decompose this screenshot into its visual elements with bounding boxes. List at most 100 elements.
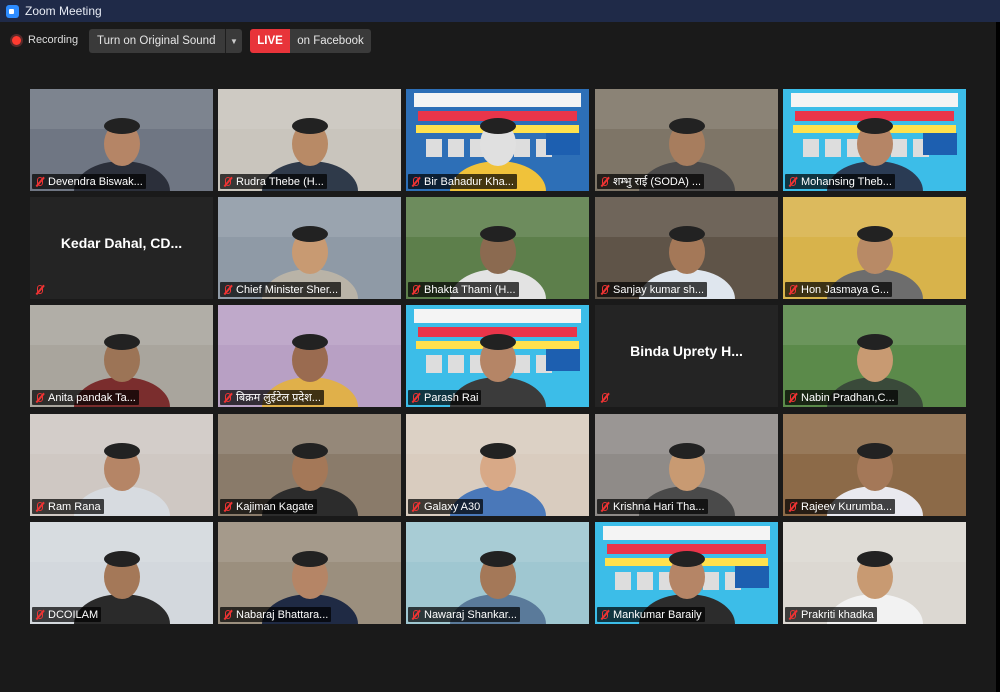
- participant-tile[interactable]: Mankumar Baraily: [595, 522, 778, 624]
- participant-name-tag: Hon Jasmaya G...: [785, 282, 893, 297]
- participant-tile[interactable]: Binda Uprety H...: [595, 305, 778, 407]
- muted-mic-icon: [410, 284, 420, 296]
- participant-tile[interactable]: Mohansing Theb...: [783, 89, 966, 191]
- participant-name-tag: बिक्रम लुईटेल प्रदेश...: [220, 390, 324, 405]
- participant-tile[interactable]: शम्भु राई (SODA) ...: [595, 89, 778, 191]
- muted-mic-icon: [34, 176, 44, 188]
- participant-tile[interactable]: Nabin Pradhan,C...: [783, 305, 966, 407]
- participant-name: Prakriti khadka: [801, 608, 874, 621]
- participant-name-tag: शम्भु राई (SODA) ...: [597, 174, 705, 189]
- meeting-toolbar: Recording Turn on Original Sound ▼ LIVE …: [0, 22, 1000, 62]
- muted-mic-icon: [599, 392, 609, 404]
- participant-display-name: Binda Uprety H...: [630, 343, 743, 359]
- participant-name-tag: Mohansing Theb...: [785, 174, 895, 189]
- participant-tile[interactable]: Kedar Dahal, CD...: [30, 197, 213, 299]
- participant-tile[interactable]: Galaxy A30: [406, 414, 589, 516]
- participant-name-tag: Devendra Biswak...: [32, 174, 146, 189]
- participant-tile[interactable]: Hon Jasmaya G...: [783, 197, 966, 299]
- muted-mic-icon: [222, 609, 232, 621]
- participant-name: DCOILAM: [48, 608, 99, 621]
- participant-name-tag: Krishna Hari Tha...: [597, 499, 708, 514]
- participant-name: Krishna Hari Tha...: [613, 500, 705, 513]
- participant-tile[interactable]: Krishna Hari Tha...: [595, 414, 778, 516]
- participant-name-tag: Parash Rai: [408, 390, 482, 405]
- participant-name-tag: Nawaraj Shankar...: [408, 607, 520, 622]
- participant-name: Sanjay kumar sh...: [613, 283, 705, 296]
- title-bar: Zoom Meeting: [0, 0, 1000, 22]
- participant-name-tag: Nabin Pradhan,C...: [785, 390, 898, 405]
- muted-mic-icon: [34, 284, 44, 296]
- participant-name: Rudra Thebe (H...: [236, 175, 324, 188]
- participant-tile[interactable]: Nawaraj Shankar...: [406, 522, 589, 624]
- muted-mic-icon: [222, 176, 232, 188]
- participant-tile[interactable]: Nabaraj Bhattara...: [218, 522, 401, 624]
- participant-name-tag: Mankumar Baraily: [597, 607, 705, 622]
- participant-name-tag: Galaxy A30: [408, 499, 484, 514]
- participant-name: Parash Rai: [424, 391, 479, 404]
- muted-mic-icon: [222, 392, 232, 404]
- participant-name: Rajeev Kurumba...: [801, 500, 893, 513]
- participant-name: Kajiman Kagate: [236, 500, 314, 513]
- participant-tile[interactable]: Kajiman Kagate: [218, 414, 401, 516]
- chevron-down-icon[interactable]: ▼: [226, 37, 242, 46]
- participant-name-tag: Rajeev Kurumba...: [785, 499, 896, 514]
- muted-mic-icon: [410, 176, 420, 188]
- live-badge[interactable]: LIVE: [250, 29, 290, 53]
- participant-tile[interactable]: Anita pandak Ta...: [30, 305, 213, 407]
- participant-tile[interactable]: Chief Minister Sher...: [218, 197, 401, 299]
- participant-name-tag: Bhakta Thami (H...: [408, 282, 519, 297]
- participant-tile[interactable]: Parash Rai: [406, 305, 589, 407]
- muted-mic-icon: [787, 392, 797, 404]
- participant-tile[interactable]: Rajeev Kurumba...: [783, 414, 966, 516]
- participant-tile[interactable]: Ram Rana: [30, 414, 213, 516]
- muted-mic-icon: [34, 501, 44, 513]
- muted-mic-icon: [222, 501, 232, 513]
- muted-mic-icon: [34, 392, 44, 404]
- original-sound-label: Turn on Original Sound: [97, 35, 216, 47]
- participant-name: Anita pandak Ta...: [48, 391, 136, 404]
- participant-name-tag: Prakriti khadka: [785, 607, 877, 622]
- participant-display-name: Kedar Dahal, CD...: [60, 235, 183, 251]
- participant-tile[interactable]: Bhakta Thami (H...: [406, 197, 589, 299]
- muted-mic-icon: [222, 284, 232, 296]
- participant-name-tag: Bir Bahadur Kha...: [408, 174, 517, 189]
- muted-mic-icon: [787, 284, 797, 296]
- window-title: Zoom Meeting: [25, 4, 102, 18]
- recording-indicator[interactable]: Recording: [12, 34, 78, 46]
- participant-tile[interactable]: Sanjay kumar sh...: [595, 197, 778, 299]
- participant-tile[interactable]: Prakriti khadka: [783, 522, 966, 624]
- recording-label: Recording: [28, 34, 79, 46]
- participant-name: Hon Jasmaya G...: [801, 283, 890, 296]
- participant-name-tag: Ram Rana: [32, 499, 104, 514]
- live-destination[interactable]: on Facebook: [290, 29, 371, 53]
- participant-name-tag: Rudra Thebe (H...: [220, 174, 327, 189]
- participant-name: Ram Rana: [48, 500, 101, 513]
- participant-name: Mohansing Theb...: [801, 175, 892, 188]
- participant-name: Bhakta Thami (H...: [424, 283, 516, 296]
- participant-name-tag: Sanjay kumar sh...: [597, 282, 708, 297]
- participant-tile[interactable]: DCOILAM: [30, 522, 213, 624]
- participant-name: Mankumar Baraily: [613, 608, 702, 621]
- participant-tile[interactable]: बिक्रम लुईटेल प्रदेश...: [218, 305, 401, 407]
- record-dot-icon: [12, 35, 21, 45]
- original-sound-button[interactable]: Turn on Original Sound ▼: [89, 29, 242, 53]
- muted-mic-icon: [787, 176, 797, 188]
- participant-name: शम्भु राई (SODA) ...: [613, 176, 702, 188]
- participant-tile[interactable]: Rudra Thebe (H...: [218, 89, 401, 191]
- muted-mic-icon: [599, 176, 609, 188]
- muted-mic-icon: [34, 609, 44, 621]
- muted-mic-icon: [599, 284, 609, 296]
- muted-mic-icon: [599, 609, 609, 621]
- participant-tile[interactable]: Bir Bahadur Kha...: [406, 89, 589, 191]
- participant-name-tag: Nabaraj Bhattara...: [220, 607, 332, 622]
- muted-mic-icon: [787, 609, 797, 621]
- muted-mic-icon: [599, 501, 609, 513]
- participant-name-tag: DCOILAM: [32, 607, 102, 622]
- muted-mic-icon: [410, 392, 420, 404]
- participant-tile[interactable]: Devendra Biswak...: [30, 89, 213, 191]
- participant-name: Bir Bahadur Kha...: [424, 175, 514, 188]
- participant-name-tag: Kajiman Kagate: [220, 499, 317, 514]
- participant-name: बिक्रम लुईटेल प्रदेश...: [236, 392, 321, 404]
- muted-mic-icon: [787, 501, 797, 513]
- participant-name: Galaxy A30: [424, 500, 481, 513]
